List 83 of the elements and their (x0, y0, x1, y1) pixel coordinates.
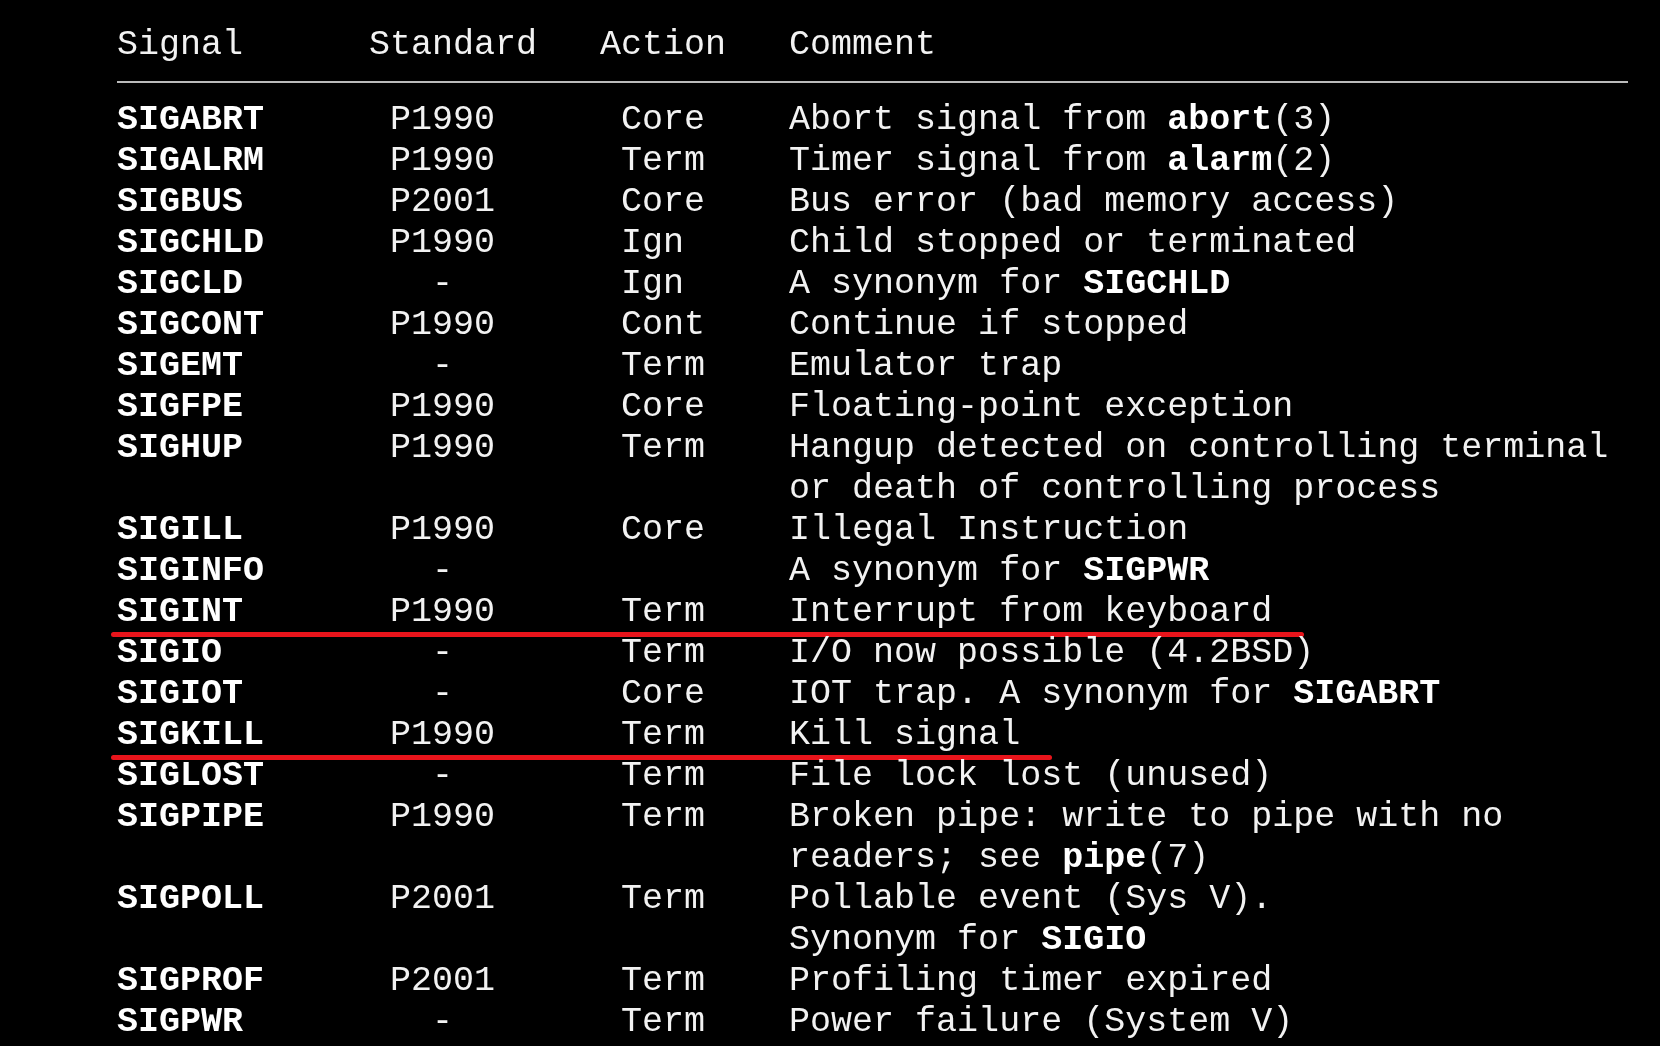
comment-cell: File lock lost (unused) (789, 756, 1273, 797)
comment-cell: Illegal Instruction (789, 510, 1189, 551)
signal-name: SIGLOST (117, 756, 266, 797)
standard-cell-text: P1990 (390, 428, 496, 470)
signal-name: SIGILL (117, 510, 245, 551)
signal-name: SIGINT (117, 592, 245, 633)
signal-name: SIGKILL (117, 715, 266, 756)
standard-cell: P1990 (390, 510, 496, 551)
comment-cell: Timer signal from alarm(2) (789, 141, 1336, 182)
standard-cell-text: - (431, 756, 455, 797)
standard-cell-text: - (431, 1002, 455, 1043)
comment-cell: I/O now possible (4.2BSD) (789, 633, 1315, 674)
standard-cell-text: - (431, 674, 455, 715)
signal-name: SIGIOT (117, 674, 245, 715)
signal-name: SIGCONT (117, 305, 266, 346)
standard-cell-text: P1990 (390, 797, 496, 839)
action-cell-text: Term (621, 715, 707, 756)
comment-cell: Pollable event (Sys V). Synonym for SIGIO (789, 879, 1273, 961)
comment-cell: Emulator trap (789, 346, 1063, 387)
comment-cell: Abort signal from abort(3) (789, 100, 1336, 141)
comment-cell: Power failure (System V) (789, 1002, 1294, 1043)
comment-cell: Profiling timer expired (789, 961, 1273, 1002)
action-cell-text: Ign (621, 223, 686, 264)
action-cell-text: Term (621, 592, 707, 633)
comment-cell: Hangup detected on controlling terminal or death of controlling process (789, 428, 1609, 510)
standard-cell: P1990 (390, 100, 496, 141)
column-header: Standard (369, 25, 538, 65)
comment-cell: Interrupt from keyboard (789, 592, 1273, 633)
action-cell-text: Term (621, 346, 707, 387)
standard-cell: P1990 (390, 715, 496, 756)
column-header: Action (600, 25, 727, 65)
signal-name: SIGHUP (117, 428, 245, 470)
action-cell-text: Core (621, 100, 707, 141)
standard-cell: P1990 (390, 387, 496, 428)
signal-name: SIGABRT (117, 100, 266, 141)
standard-cell-text: - (431, 633, 455, 674)
action-cell-text: Term (621, 797, 707, 839)
signal-name: SIGBUS (117, 182, 245, 223)
standard-cell: P2001 (390, 961, 496, 1002)
comment-cell: Child stopped or terminated (789, 223, 1357, 264)
standard-cell-text: P2001 (390, 879, 496, 921)
signal-name: SIGINFO (117, 551, 266, 592)
signal-name: SIGPWR (117, 1002, 245, 1043)
standard-cell: P1990 (390, 305, 496, 346)
comment-cell: Kill signal (789, 715, 1021, 756)
signal-name: SIGCLD (117, 264, 245, 305)
comment-cell: Floating-point exception (789, 387, 1294, 428)
signal-name: SIGCHLD (117, 223, 266, 264)
action-cell-text: Term (621, 428, 707, 470)
action-cell-text: Core (621, 387, 707, 428)
column-header: Comment (789, 25, 937, 65)
comment-cell: A synonym for SIGCHLD (789, 264, 1231, 305)
standard-cell-text: - (431, 346, 455, 387)
standard-cell: P1990 (390, 141, 496, 182)
standard-cell: P2001 (390, 182, 496, 223)
action-cell-text: Term (621, 1002, 707, 1043)
standard-cell-text: - (431, 551, 455, 592)
action-cell-text: Core (621, 674, 707, 715)
standard-cell-text: - (431, 264, 455, 305)
action-cell-text: Cont (621, 305, 707, 346)
comment-cell: Bus error (bad memory access) (789, 182, 1399, 223)
column-header: Signal (117, 25, 244, 65)
action-cell-text: Term (621, 141, 707, 182)
signal-name: SIGALRM (117, 141, 266, 182)
comment-cell: IOT trap. A synonym for SIGABRT (789, 674, 1441, 715)
comment-cell: Broken pipe: write to pipe with no readers; see pipe(7) (789, 797, 1504, 879)
signal-name: SIGEMT (117, 346, 245, 387)
standard-cell: P1990 (390, 592, 496, 633)
action-cell-text: Term (621, 756, 707, 797)
signal-name: SIGPROF (117, 961, 266, 1002)
action-cell-text: Term (621, 961, 707, 1002)
action-cell-text: Core (621, 182, 707, 223)
signal-name: SIGPIPE (117, 797, 266, 839)
signal-name: SIGFPE (117, 387, 245, 428)
action-cell-text: Ign (621, 264, 686, 305)
comment-cell: Continue if stopped (789, 305, 1189, 346)
action-cell-text: Core (621, 510, 707, 551)
comment-cell: A synonym for SIGPWR (789, 551, 1210, 592)
action-cell-text: Term (621, 879, 707, 921)
standard-cell: P1990 (390, 223, 496, 264)
signal-name: SIGIO (117, 633, 224, 674)
signal-name: SIGPOLL (117, 879, 266, 921)
action-cell-text: Term (621, 633, 707, 674)
